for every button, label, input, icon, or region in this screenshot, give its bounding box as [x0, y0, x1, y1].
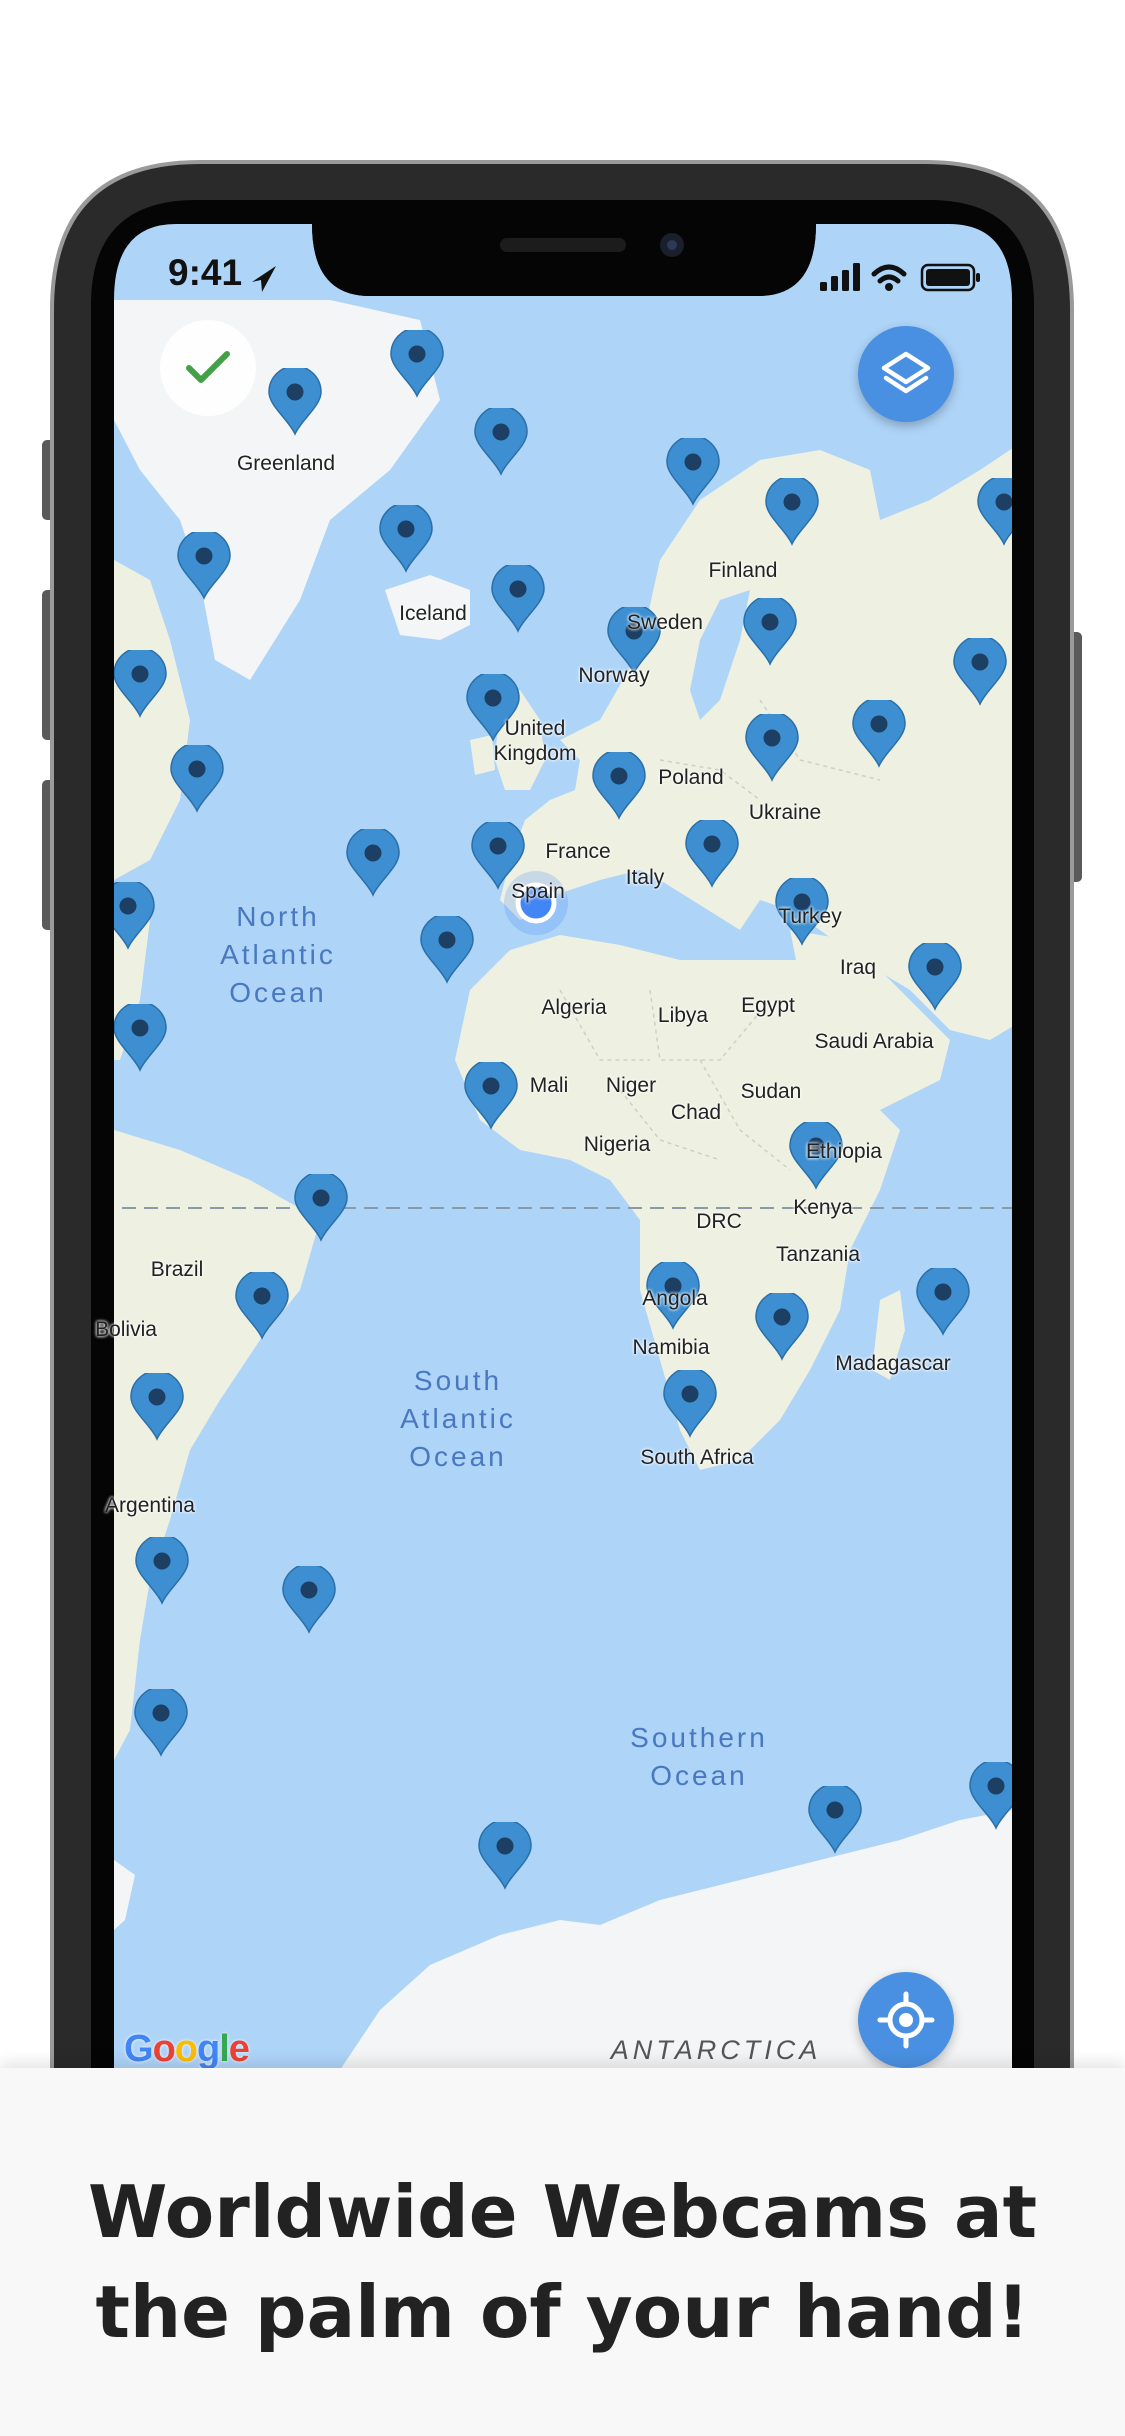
map-label-turkey: Turkey	[778, 905, 842, 928]
checkmark-icon	[186, 351, 230, 383]
ocean-label-north-atlantic: North Atlantic Ocean	[220, 901, 336, 1008]
map-label-drc: DRC	[696, 1210, 742, 1233]
map-label-greenland: Greenland	[236, 452, 336, 475]
map-label-sudan: Sudan	[740, 1080, 802, 1103]
map-label-iraq: Iraq	[839, 956, 877, 979]
map-label-egypt: Egypt	[741, 994, 795, 1017]
map-label-madagascar: Madagascar	[835, 1352, 951, 1375]
google-letter: G	[124, 2028, 154, 2070]
caption-line-2: the palm of your hand!	[95, 2270, 1030, 2354]
google-letter: e	[228, 2028, 250, 2070]
map-label-kenya: Kenya	[793, 1196, 853, 1219]
my-location-button[interactable]	[858, 1972, 954, 2068]
google-letter: o	[174, 2028, 198, 2070]
layers-icon	[881, 351, 931, 394]
map-label-south-africa: South Africa	[640, 1446, 754, 1469]
map-label-france: France	[545, 840, 611, 863]
map-label-iceland: Iceland	[399, 602, 467, 625]
front-camera-lens	[667, 240, 677, 250]
map-label-united-kingdom: United Kingdom	[493, 717, 577, 765]
google-letter: l	[219, 2028, 230, 2070]
caption-line-1: Worldwide Webcams at	[87, 2170, 1038, 2254]
map-label-brazil: Brazil	[150, 1258, 204, 1281]
map-label-mali: Mali	[529, 1074, 569, 1097]
map-label-algeria: Algeria	[541, 996, 607, 1019]
ocean-label-south-atlantic: South Atlantic Ocean	[400, 1365, 516, 1472]
map-label-angola: Angola	[642, 1287, 708, 1310]
map-label-ethiopia: Ethiopia	[806, 1140, 882, 1163]
google-letter: g	[197, 2028, 220, 2070]
map-label-italy: Italy	[625, 866, 665, 889]
map-label-niger: Niger	[605, 1074, 657, 1097]
map-label-spain: Spain	[511, 880, 565, 903]
map-label-bolivia: Bolivia	[95, 1318, 157, 1341]
google-letter: o	[152, 2028, 176, 2070]
map-label-libya: Libya	[657, 1004, 709, 1027]
status-bar-time: 9:41	[168, 252, 243, 293]
speaker-grille	[500, 238, 626, 252]
crosshair-icon	[877, 1991, 935, 2049]
map-label-nigeria: Nigeria	[583, 1133, 651, 1156]
google-attribution: Google	[124, 2028, 250, 2070]
map-label-sweden: Sweden	[627, 611, 703, 634]
filter-confirm-button[interactable]	[160, 320, 256, 416]
map-label-chad: Chad	[670, 1101, 722, 1124]
map-label-norway: Norway	[578, 664, 650, 687]
map-label-tanzania: Tanzania	[775, 1243, 861, 1266]
ocean-label-southern: Southern Ocean	[630, 1722, 768, 1791]
marketing-caption: Worldwide Webcams at the palm of your ha…	[60, 2162, 1065, 2362]
map-label-finland: Finland	[708, 559, 778, 582]
map-label-antarctica: ANTARCTICA	[610, 2035, 822, 2065]
map-view[interactable]	[100, 200, 1040, 2070]
phone-notch	[312, 210, 816, 296]
map-label-ukraine: Ukraine	[748, 801, 822, 824]
map-label-saudi-arabia: Saudi Arabia	[814, 1030, 934, 1053]
map-label-argentina: Argentina	[105, 1494, 195, 1517]
map-layers-button[interactable]	[858, 326, 954, 422]
map-label-namibia: Namibia	[632, 1336, 710, 1359]
map-label-poland: Poland	[658, 766, 724, 789]
wifi-icon-dot	[885, 283, 893, 291]
app-screenshot-scene: 9:41 Greenland Iceland Finland Sweden No…	[0, 0, 1125, 2070]
